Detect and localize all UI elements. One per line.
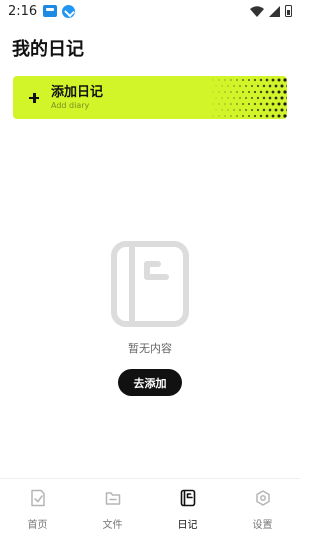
nav-label-diary: 日记 <box>177 520 198 531</box>
add-diary-texts: 添加日记 Add diary <box>51 85 103 111</box>
add-diary-sublabel: Add diary <box>51 100 90 110</box>
bottom-nav: 首页 文件 日记 设置 <box>0 478 300 533</box>
nav-label-home: 首页 <box>27 520 48 531</box>
battery-icon <box>285 5 292 17</box>
add-diary-label: 添加日记 <box>51 84 104 100</box>
nav-item-settings[interactable]: 设置 <box>225 479 300 533</box>
go-add-button[interactable]: 去添加 <box>118 369 182 396</box>
diary-icon <box>180 489 195 507</box>
status-system-icons <box>250 5 292 17</box>
app-notification-icon <box>43 5 58 17</box>
nav-item-files[interactable]: 文件 <box>75 479 150 533</box>
download-icon <box>62 4 76 18</box>
home-diary-icon <box>30 489 45 507</box>
settings-icon <box>255 490 270 506</box>
nav-item-diary[interactable]: 日记 <box>150 479 225 533</box>
nav-label-settings: 设置 <box>252 520 273 531</box>
status-notification-icons <box>43 4 76 18</box>
dot-pattern-decoration <box>212 78 287 118</box>
plus-icon <box>25 87 47 109</box>
page-title: 我的日记 <box>12 39 84 60</box>
empty-notebook-icon <box>111 241 189 327</box>
folder-icon <box>105 492 120 505</box>
wifi-icon <box>250 5 264 17</box>
status-bar: 2:16 <box>0 0 300 22</box>
empty-state-text: 暂无内容 <box>128 342 172 355</box>
add-diary-card[interactable]: 添加日记 Add diary <box>13 76 287 119</box>
nav-item-home[interactable]: 首页 <box>0 479 75 533</box>
status-time: 2:16 <box>8 3 38 19</box>
nav-label-files: 文件 <box>102 520 123 531</box>
signal-icon <box>269 5 280 17</box>
